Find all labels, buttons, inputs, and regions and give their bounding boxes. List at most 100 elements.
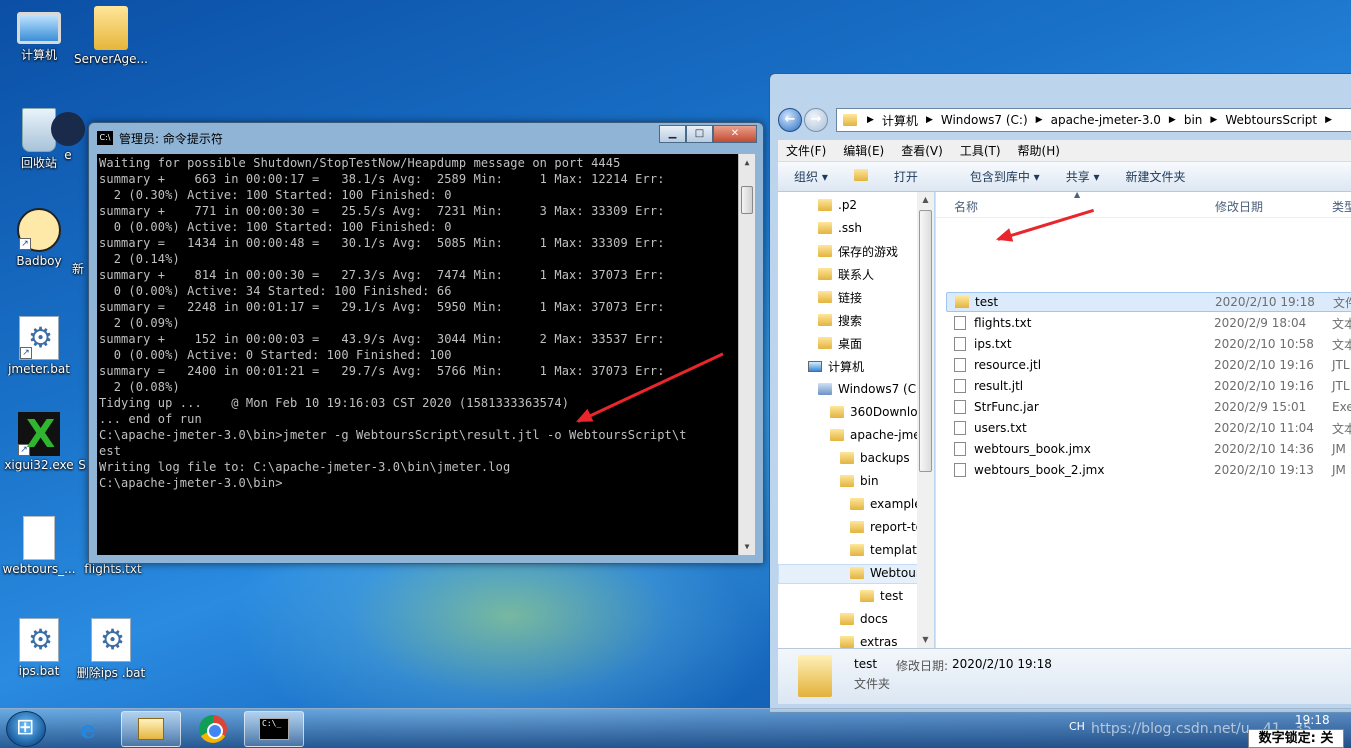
file-row[interactable]: test 2020/2/10 19:18 文件: [946, 292, 1351, 312]
file-row[interactable]: webtours_book.jmx 2020/2/10 14:36 JM: [946, 439, 1351, 459]
menu-file[interactable]: 文件(F): [786, 142, 826, 159]
clock[interactable]: 19:18: [1295, 713, 1330, 727]
file-date: 2020/2/10 11:04: [1214, 421, 1314, 435]
desktop-icon-partial-e[interactable]: e: [48, 112, 88, 162]
column-date[interactable]: 修改日期: [1215, 198, 1263, 215]
file-row[interactable]: users.txt 2020/2/10 11:04 文本: [946, 418, 1351, 438]
tree-item[interactable]: 桌面: [818, 332, 862, 354]
file-name: ips.txt: [974, 337, 1012, 351]
breadcrumb-drive[interactable]: Windows7 (C:): [941, 113, 1028, 127]
tree-item[interactable]: apache-jme: [830, 424, 921, 446]
share-button[interactable]: 共享 ▾: [1066, 168, 1100, 185]
column-type[interactable]: 类型: [1332, 198, 1351, 215]
file-row[interactable]: resource.jtl 2020/2/10 19:16 JTL: [946, 355, 1351, 375]
tree-item[interactable]: 联系人: [818, 263, 874, 285]
console-scrollbar[interactable]: ▲ ▼: [738, 154, 755, 555]
explorer-window[interactable]: ← → ▶ 计算机 ▶ Windows7 (C:) ▶ apache-jmete…: [769, 73, 1351, 713]
tree-item[interactable]: example: [850, 493, 922, 515]
scroll-up-arrow-icon[interactable]: ▲: [739, 154, 755, 171]
file-row[interactable]: flights.txt 2020/2/9 18:04 文本: [946, 313, 1351, 333]
tree-item[interactable]: docs: [840, 608, 888, 630]
chevron-right-icon[interactable]: ▶: [1325, 115, 1332, 125]
tree-item[interactable]: 链接: [818, 286, 862, 308]
tree-item-label: .p2: [838, 198, 858, 212]
forward-arrow-icon[interactable]: →: [804, 108, 828, 132]
tree-item[interactable]: backups: [840, 447, 910, 469]
breadcrumb-bin[interactable]: bin: [1184, 113, 1203, 127]
file-row[interactable]: ips.txt 2020/2/10 10:58 文本: [946, 334, 1351, 354]
menu-help[interactable]: 帮助(H): [1018, 142, 1060, 159]
chevron-right-icon[interactable]: ▶: [867, 115, 874, 125]
file-type: 文本: [1332, 316, 1351, 331]
open-button[interactable]: 打开: [853, 168, 944, 185]
desktop-icon-jmeter-bat[interactable]: ↗ jmeter.bat: [0, 316, 78, 376]
chevron-right-icon[interactable]: ▶: [1210, 115, 1217, 125]
scroll-up-arrow-icon[interactable]: ▲: [917, 192, 934, 208]
tree-item[interactable]: 保存的游戏: [818, 240, 898, 262]
organize-button[interactable]: 组织 ▾: [794, 168, 828, 185]
chevron-right-icon[interactable]: ▶: [926, 115, 933, 125]
file-row[interactable]: webtours_book_2.jmx 2020/2/10 19:13 JM: [946, 460, 1351, 480]
tree-item[interactable]: Windows7 (C:: [818, 378, 920, 400]
chevron-right-icon[interactable]: ▶: [1036, 115, 1043, 125]
back-arrow-icon[interactable]: ←: [778, 108, 802, 132]
navigation-scrollbar[interactable]: ▲ ▼: [917, 192, 934, 648]
tree-item-label: extras: [860, 635, 898, 648]
breadcrumb-webtoursscript[interactable]: WebtoursScript: [1225, 113, 1317, 127]
chevron-right-icon[interactable]: ▶: [1169, 115, 1176, 125]
file-row[interactable]: result.jtl 2020/2/10 19:16 JTL: [946, 376, 1351, 396]
tree-item[interactable]: template: [850, 539, 924, 561]
tree-item[interactable]: test: [860, 585, 903, 607]
tree-item[interactable]: .ssh: [818, 217, 862, 239]
scroll-down-arrow-icon[interactable]: ▼: [739, 538, 755, 555]
language-indicator[interactable]: CH: [1069, 720, 1085, 733]
command-bar: 组织 ▾ 打开 包含到库中 ▾ 共享 ▾ 新建文件夹: [778, 162, 1351, 192]
cmd-titlebar[interactable]: C:\ 管理员: 命令提示符 ▁ □ ✕: [89, 123, 763, 153]
navigation-pane[interactable]: .p2 .ssh 保存的游戏 联系人 链接 搜索桌面计算机 Windows7 (C: 360D…: [778, 192, 934, 648]
include-in-library-button[interactable]: 包含到库中 ▾: [970, 168, 1040, 185]
taskbar-explorer[interactable]: [121, 711, 181, 747]
start-button[interactable]: [6, 711, 46, 747]
desktop-icon-partial-new[interactable]: 新: [66, 240, 90, 277]
new-folder-button[interactable]: 新建文件夹: [1126, 168, 1186, 185]
breadcrumb-jmeter[interactable]: apache-jmeter-3.0: [1051, 113, 1161, 127]
scroll-thumb[interactable]: [919, 210, 932, 472]
details-name: test: [854, 657, 878, 671]
cmd-window[interactable]: C:\ 管理员: 命令提示符 ▁ □ ✕ Waiting for possibl…: [88, 122, 764, 564]
tree-item[interactable]: Webtour: [850, 562, 921, 584]
console-output[interactable]: Waiting for possible Shutdown/StopTestNo…: [97, 154, 755, 555]
file-list-pane[interactable]: 名称 ▲ 修改日期 类型 test 2020/2/10 19:18 文件 flight…: [935, 192, 1351, 648]
tree-item[interactable]: 计算机: [808, 355, 864, 377]
file-type: JTL: [1332, 379, 1350, 393]
close-button[interactable]: ✕: [713, 125, 757, 143]
menu-edit[interactable]: 编辑(E): [843, 142, 884, 159]
tree-item[interactable]: extras: [840, 631, 898, 648]
maximize-button[interactable]: □: [686, 125, 713, 143]
file-icon: [954, 463, 966, 477]
scroll-thumb[interactable]: [741, 186, 753, 214]
file-row[interactable]: StrFunc.jar 2020/2/9 15:01 Exe: [946, 397, 1351, 417]
taskbar-ie[interactable]: e: [58, 711, 118, 747]
scroll-down-arrow-icon[interactable]: ▼: [917, 632, 934, 648]
menu-tools[interactable]: 工具(T): [960, 142, 1001, 159]
desktop-icon-delete-ips-bat[interactable]: 删除ips .bat: [72, 618, 150, 681]
menu-view[interactable]: 查看(V): [901, 142, 943, 159]
desktop-icon-webtours[interactable]: webtours_...: [0, 516, 78, 576]
desktop-icon-serveragent[interactable]: ServerAge...: [72, 6, 150, 66]
tree-item[interactable]: report-te: [850, 516, 923, 538]
tree-item[interactable]: bin: [840, 470, 879, 492]
desktop-icon-computer[interactable]: 计算机: [0, 6, 78, 63]
folder-icon: [860, 590, 874, 602]
tree-item[interactable]: 360Downloa: [830, 401, 925, 423]
column-name[interactable]: 名称: [954, 198, 978, 215]
desktop-icon-xigui32[interactable]: ↗ xigui32.exe: [0, 412, 78, 472]
tree-item[interactable]: .p2: [818, 194, 857, 216]
desktop-icon-ips-bat[interactable]: ips.bat: [0, 618, 78, 678]
taskbar-chrome[interactable]: [183, 711, 243, 747]
taskbar-cmd[interactable]: C:\_: [244, 711, 304, 747]
tree-item[interactable]: 搜索: [818, 309, 862, 331]
minimize-button[interactable]: ▁: [659, 125, 686, 143]
tree-item-label: 桌面: [838, 336, 863, 351]
address-bar[interactable]: ▶ 计算机 ▶ Windows7 (C:) ▶ apache-jmeter-3.…: [836, 108, 1351, 132]
breadcrumb-computer[interactable]: 计算机: [882, 112, 918, 129]
